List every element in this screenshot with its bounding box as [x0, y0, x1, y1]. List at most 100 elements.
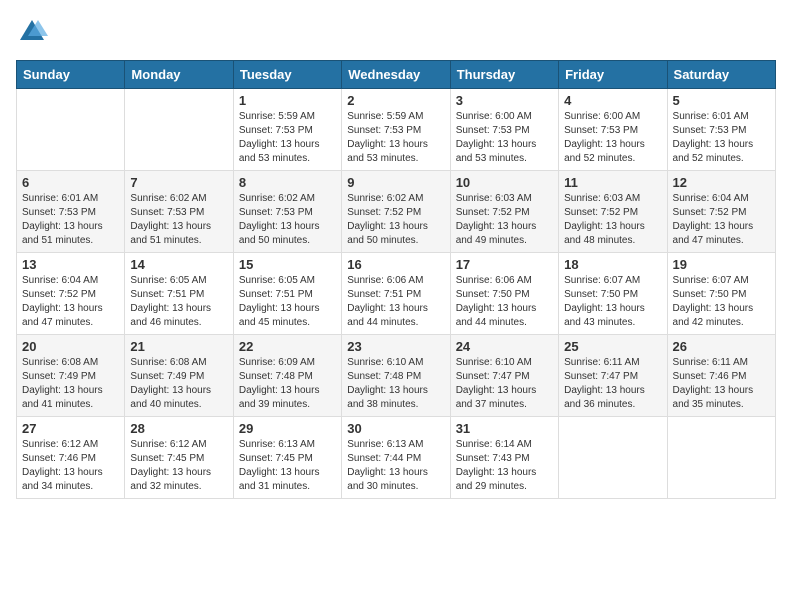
calendar-day-cell: 4 Sunrise: 6:00 AM Sunset: 7:53 PM Daylig…: [559, 89, 667, 171]
day-detail: Sunrise: 6:11 AM Sunset: 7:47 PM Dayligh…: [564, 356, 661, 412]
calendar: SundayMondayTuesdayWednesdayThursdayFrid…: [16, 60, 776, 499]
day-detail: Sunrise: 6:07 AM Sunset: 7:50 PM Dayligh…: [564, 274, 661, 330]
day-detail: Sunrise: 6:05 AM Sunset: 7:51 PM Dayligh…: [130, 274, 227, 330]
day-detail: Sunrise: 6:11 AM Sunset: 7:46 PM Dayligh…: [673, 356, 770, 412]
day-detail: Sunrise: 6:01 AM Sunset: 7:53 PM Dayligh…: [22, 192, 119, 248]
day-detail: Sunrise: 6:02 AM Sunset: 7:53 PM Dayligh…: [239, 192, 336, 248]
day-number: 11: [564, 175, 661, 190]
calendar-day-cell: 31 Sunrise: 6:14 AM Sunset: 7:43 PM Dayli…: [450, 417, 558, 499]
day-number: 7: [130, 175, 227, 190]
calendar-day-cell: 23 Sunrise: 6:10 AM Sunset: 7:48 PM Dayli…: [342, 335, 450, 417]
weekday-header: Saturday: [667, 61, 775, 89]
logo: [16, 16, 52, 48]
calendar-day-cell: 2 Sunrise: 5:59 AM Sunset: 7:53 PM Daylig…: [342, 89, 450, 171]
day-number: 22: [239, 339, 336, 354]
day-number: 16: [347, 257, 444, 272]
calendar-day-cell: 20Sunrise: 6:08 AM Sunset: 7:49 PM Dayli…: [17, 335, 125, 417]
calendar-week-row: 6 Sunrise: 6:01 AM Sunset: 7:53 PM Daylig…: [17, 171, 776, 253]
day-detail: Sunrise: 6:13 AM Sunset: 7:44 PM Dayligh…: [347, 438, 444, 494]
calendar-day-cell: 21Sunrise: 6:08 AM Sunset: 7:49 PM Dayli…: [125, 335, 233, 417]
day-detail: Sunrise: 6:02 AM Sunset: 7:52 PM Dayligh…: [347, 192, 444, 248]
day-number: 23: [347, 339, 444, 354]
day-number: 17: [456, 257, 553, 272]
day-number: 25: [564, 339, 661, 354]
day-detail: Sunrise: 6:12 AM Sunset: 7:46 PM Dayligh…: [22, 438, 119, 494]
day-number: 31: [456, 421, 553, 436]
day-detail: Sunrise: 6:08 AM Sunset: 7:49 PM Dayligh…: [22, 356, 119, 412]
day-number: 12: [673, 175, 770, 190]
calendar-day-cell: 26 Sunrise: 6:11 AM Sunset: 7:46 PM Dayli…: [667, 335, 775, 417]
day-detail: Sunrise: 5:59 AM Sunset: 7:53 PM Dayligh…: [347, 110, 444, 166]
day-detail: Sunrise: 6:02 AM Sunset: 7:53 PM Dayligh…: [130, 192, 227, 248]
day-number: 10: [456, 175, 553, 190]
calendar-day-cell: 14 Sunrise: 6:05 AM Sunset: 7:51 PM Dayli…: [125, 253, 233, 335]
day-number: 6: [22, 175, 119, 190]
calendar-day-cell: 10 Sunrise: 6:03 AM Sunset: 7:52 PM Dayli…: [450, 171, 558, 253]
calendar-day-cell: 12 Sunrise: 6:04 AM Sunset: 7:52 PM Dayli…: [667, 171, 775, 253]
calendar-day-cell: 11 Sunrise: 6:03 AM Sunset: 7:52 PM Dayli…: [559, 171, 667, 253]
calendar-day-cell: 22 Sunrise: 6:09 AM Sunset: 7:48 PM Dayli…: [233, 335, 341, 417]
calendar-day-cell: 3 Sunrise: 6:00 AM Sunset: 7:53 PM Daylig…: [450, 89, 558, 171]
day-number: 29: [239, 421, 336, 436]
weekday-header: Tuesday: [233, 61, 341, 89]
day-detail: Sunrise: 6:01 AM Sunset: 7:53 PM Dayligh…: [673, 110, 770, 166]
day-detail: Sunrise: 6:06 AM Sunset: 7:50 PM Dayligh…: [456, 274, 553, 330]
calendar-day-cell: 30 Sunrise: 6:13 AM Sunset: 7:44 PM Dayli…: [342, 417, 450, 499]
day-number: 30: [347, 421, 444, 436]
day-detail: Sunrise: 6:08 AM Sunset: 7:49 PM Dayligh…: [130, 356, 227, 412]
day-number: 24: [456, 339, 553, 354]
day-detail: Sunrise: 6:10 AM Sunset: 7:48 PM Dayligh…: [347, 356, 444, 412]
day-detail: Sunrise: 6:03 AM Sunset: 7:52 PM Dayligh…: [456, 192, 553, 248]
day-number: 28: [130, 421, 227, 436]
day-detail: Sunrise: 6:09 AM Sunset: 7:48 PM Dayligh…: [239, 356, 336, 412]
day-number: 14: [130, 257, 227, 272]
day-detail: Sunrise: 6:06 AM Sunset: 7:51 PM Dayligh…: [347, 274, 444, 330]
calendar-day-cell: 13 Sunrise: 6:04 AM Sunset: 7:52 PM Dayli…: [17, 253, 125, 335]
day-detail: Sunrise: 6:04 AM Sunset: 7:52 PM Dayligh…: [673, 192, 770, 248]
calendar-day-cell: 8 Sunrise: 6:02 AM Sunset: 7:53 PM Daylig…: [233, 171, 341, 253]
calendar-day-cell: [667, 417, 775, 499]
logo-icon: [16, 16, 48, 48]
calendar-day-cell: 6 Sunrise: 6:01 AM Sunset: 7:53 PM Daylig…: [17, 171, 125, 253]
calendar-day-cell: 29 Sunrise: 6:13 AM Sunset: 7:45 PM Dayli…: [233, 417, 341, 499]
calendar-day-cell: 25 Sunrise: 6:11 AM Sunset: 7:47 PM Dayli…: [559, 335, 667, 417]
calendar-day-cell: 15Sunrise: 6:05 AM Sunset: 7:51 PM Dayli…: [233, 253, 341, 335]
calendar-day-cell: 18 Sunrise: 6:07 AM Sunset: 7:50 PM Dayli…: [559, 253, 667, 335]
day-number: 4: [564, 93, 661, 108]
day-detail: Sunrise: 6:12 AM Sunset: 7:45 PM Dayligh…: [130, 438, 227, 494]
calendar-day-cell: 5Sunrise: 6:01 AM Sunset: 7:53 PM Daylig…: [667, 89, 775, 171]
calendar-day-cell: 24 Sunrise: 6:10 AM Sunset: 7:47 PM Dayli…: [450, 335, 558, 417]
day-number: 3: [456, 93, 553, 108]
day-detail: Sunrise: 6:10 AM Sunset: 7:47 PM Dayligh…: [456, 356, 553, 412]
calendar-header-row: SundayMondayTuesdayWednesdayThursdayFrid…: [17, 61, 776, 89]
calendar-day-cell: 1 Sunrise: 5:59 AM Sunset: 7:53 PM Daylig…: [233, 89, 341, 171]
day-number: 19: [673, 257, 770, 272]
day-number: 8: [239, 175, 336, 190]
calendar-week-row: 20Sunrise: 6:08 AM Sunset: 7:49 PM Dayli…: [17, 335, 776, 417]
weekday-header: Thursday: [450, 61, 558, 89]
calendar-week-row: 1 Sunrise: 5:59 AM Sunset: 7:53 PM Daylig…: [17, 89, 776, 171]
day-number: 1: [239, 93, 336, 108]
weekday-header: Wednesday: [342, 61, 450, 89]
day-number: 2: [347, 93, 444, 108]
day-detail: Sunrise: 6:03 AM Sunset: 7:52 PM Dayligh…: [564, 192, 661, 248]
day-detail: Sunrise: 6:00 AM Sunset: 7:53 PM Dayligh…: [456, 110, 553, 166]
day-number: 18: [564, 257, 661, 272]
day-number: 9: [347, 175, 444, 190]
day-number: 26: [673, 339, 770, 354]
day-detail: Sunrise: 6:14 AM Sunset: 7:43 PM Dayligh…: [456, 438, 553, 494]
calendar-day-cell: 27 Sunrise: 6:12 AM Sunset: 7:46 PM Dayli…: [17, 417, 125, 499]
calendar-day-cell: 19Sunrise: 6:07 AM Sunset: 7:50 PM Dayli…: [667, 253, 775, 335]
calendar-week-row: 13 Sunrise: 6:04 AM Sunset: 7:52 PM Dayli…: [17, 253, 776, 335]
day-detail: Sunrise: 6:00 AM Sunset: 7:53 PM Dayligh…: [564, 110, 661, 166]
calendar-day-cell: [559, 417, 667, 499]
page-header: [16, 16, 776, 48]
calendar-day-cell: [17, 89, 125, 171]
day-detail: Sunrise: 6:04 AM Sunset: 7:52 PM Dayligh…: [22, 274, 119, 330]
day-number: 13: [22, 257, 119, 272]
day-detail: Sunrise: 5:59 AM Sunset: 7:53 PM Dayligh…: [239, 110, 336, 166]
day-number: 27: [22, 421, 119, 436]
weekday-header: Monday: [125, 61, 233, 89]
weekday-header: Friday: [559, 61, 667, 89]
day-detail: Sunrise: 6:13 AM Sunset: 7:45 PM Dayligh…: [239, 438, 336, 494]
